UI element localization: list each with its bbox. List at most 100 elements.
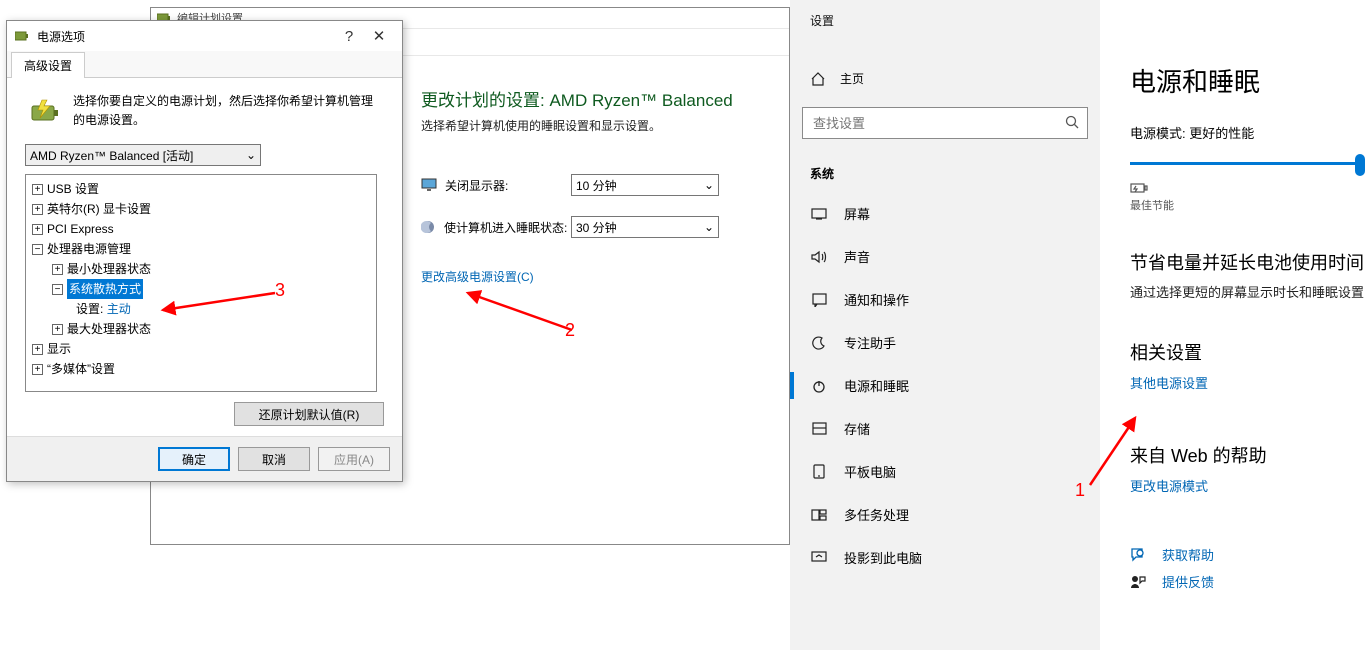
slider-thumb[interactable] [1355,154,1365,176]
nav-storage[interactable]: 存储 [790,407,1100,450]
nav-power[interactable]: 电源和睡眠 [790,364,1100,407]
sidebar-section-label: 系统 [790,157,1100,192]
sleep-icon [421,220,436,235]
search-icon [1065,115,1079,132]
change-advanced-link[interactable]: 更改高级电源设置(C) [421,268,765,285]
nav-sound[interactable]: 声音 [790,235,1100,278]
nav-projecting[interactable]: 投影到此电脑 [790,536,1100,579]
settings-content: 电源和睡眠 电源模式: 更好的性能 最佳节能 节省电量并延长电池使用时间 通过选… [1100,0,1365,650]
settings-search[interactable] [802,107,1088,139]
notifications-icon [810,291,828,309]
expand-icon[interactable]: + [32,344,43,355]
chevron-down-icon: ⌄ [704,220,714,234]
row-sleep-label-wrap: 使计算机进入睡眠状态: [421,219,571,236]
multitask-icon [810,506,828,524]
restore-row: 还原计划默认值(R) [25,402,384,426]
dialog-titlebar[interactable]: 电源选项 ? ✕ [7,21,402,51]
close-button[interactable]: ✕ [364,27,394,45]
settings-app-header: 设置 [790,0,1365,40]
tree-node-multimedia[interactable]: + “多媒体”设置 [28,359,374,379]
nav-tablet[interactable]: 平板电脑 [790,450,1100,493]
nav-focus[interactable]: 专注助手 [790,321,1100,364]
settings-search-input[interactable] [811,115,1065,132]
collapse-icon[interactable]: − [52,284,63,295]
tree-node-cooling[interactable]: −系统散热方式 [28,279,374,299]
plan-row-display: 关闭显示器: 10 分钟 ⌄ [421,174,765,196]
settings-tree[interactable]: + USB 设置 + 英特尔(R) 显卡设置 + PCI Express −处理器电源… [25,174,377,392]
battery-save-head: 节省电量并延长电池使用时间 [1130,249,1365,275]
expand-icon[interactable]: + [32,364,43,375]
dialog-footer: 确定 取消 应用(A) [7,436,402,481]
sound-icon [810,248,828,266]
restore-defaults-button[interactable]: 还原计划默认值(R) [234,402,384,426]
get-help-row[interactable]: 获取帮助 [1130,545,1365,564]
battery-save-body: 通过选择更短的屏幕显示时长和睡眠设置 [1130,283,1365,303]
row-display-label-wrap: 关闭显示器: [421,177,571,194]
sleep-timeout-select[interactable]: 30 分钟 ⌄ [571,216,719,238]
sidebar-home[interactable]: 主页 [790,60,1100,97]
tree-setting-label: 设置: [76,299,103,319]
feedback-icon [1130,574,1150,589]
help-button[interactable]: ? [334,28,364,45]
expand-icon[interactable]: + [32,204,43,215]
cancel-button[interactable]: 取消 [238,447,310,471]
tree-node-cpu[interactable]: −处理器电源管理 [28,239,374,259]
ok-button[interactable]: 确定 [158,447,230,471]
tree-node-max-proc[interactable]: +最大处理器状态 [28,319,374,339]
other-power-settings-link[interactable]: 其他电源设置 [1130,373,1365,392]
nav-label: 存储 [844,419,870,438]
nav-notifications[interactable]: 通知和操作 [790,278,1100,321]
tree-node-display[interactable]: + 显示 [28,339,374,359]
tree-node-pci[interactable]: + PCI Express [28,219,374,239]
tree-label: PCI Express [47,219,114,239]
change-power-mode-link[interactable]: 更改电源模式 [1130,476,1365,495]
tree-node-min-proc[interactable]: + 最小处理器状态 [28,259,374,279]
expand-icon[interactable]: + [32,184,43,195]
nav-label: 声音 [844,247,870,266]
expand-icon[interactable]: + [52,324,63,335]
tree-label: “多媒体”设置 [47,359,115,379]
home-icon [810,71,826,87]
nav-multitask[interactable]: 多任务处理 [790,493,1100,536]
settings-sidebar: 主页 系统 屏幕 声音 通知和操作 专注助手 [790,0,1100,650]
slider-ticks: 最佳节能 [1130,197,1365,213]
tree-node-usb[interactable]: + USB 设置 [28,179,374,199]
power-mode-label: 电源模式: 更好的性能 [1130,123,1365,142]
help-icon [1130,547,1150,562]
feedback-link[interactable]: 提供反馈 [1162,572,1214,591]
dialog-description-row: 选择你要自定义的电源计划，然后选择你希望计算机管理的电源设置。 [25,92,384,130]
tablet-icon [810,463,828,481]
get-help-link[interactable]: 获取帮助 [1162,545,1214,564]
nav-label: 通知和操作 [844,290,909,309]
slider-track [1130,162,1365,165]
tree-label-selected: 系统散热方式 [67,279,143,299]
tree-setting-value[interactable]: 主动 [107,299,131,319]
feedback-row[interactable]: 提供反馈 [1130,572,1365,591]
power-plan-icon [25,92,61,130]
plan-combobox[interactable]: AMD Ryzen™ Balanced [活动] ⌄ [25,144,261,166]
nav-label: 电源和睡眠 [844,376,909,395]
tree-node-cooling-setting[interactable]: 设置: 主动 [28,299,374,319]
battery-icon [15,31,29,41]
nav-display[interactable]: 屏幕 [790,192,1100,235]
tree-node-intel-gfx[interactable]: + 英特尔(R) 显卡设置 [28,199,374,219]
sidebar-home-label: 主页 [840,70,864,87]
row-sleep-label: 使计算机进入睡眠状态: [444,219,567,236]
nav-label: 平板电脑 [844,462,896,481]
power-mode-slider[interactable] [1130,150,1365,178]
apply-button: 应用(A) [318,447,390,471]
tree-label: USB 设置 [47,179,99,199]
nav-list: 屏幕 声音 通知和操作 专注助手 电源和睡眠 存储 [790,192,1100,579]
collapse-icon[interactable]: − [32,244,43,255]
web-help-head: 来自 Web 的帮助 [1130,442,1365,468]
display-timeout-select[interactable]: 10 分钟 ⌄ [571,174,719,196]
related-settings-head: 相关设置 [1130,339,1365,365]
tree-label: 最小处理器状态 [67,259,151,279]
expand-icon[interactable]: + [52,264,63,275]
expand-icon[interactable]: + [32,224,43,235]
tree-label: 英特尔(R) 显卡设置 [47,199,151,219]
tab-advanced[interactable]: 高级设置 [11,52,85,78]
tree-label: 显示 [47,339,71,359]
display-icon [810,205,828,223]
dialog-title: 电源选项 [37,28,334,45]
